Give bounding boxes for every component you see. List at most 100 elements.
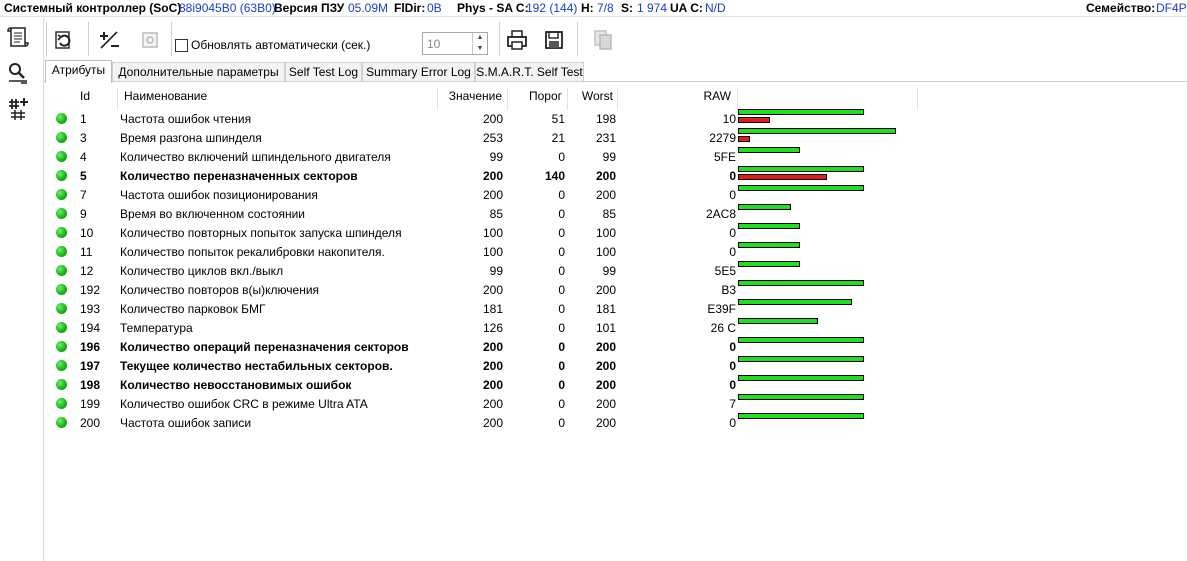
status-dot-icon (56, 113, 67, 124)
attr-worst: 99 (602, 264, 616, 278)
refresh-icon[interactable] (50, 26, 78, 54)
table-row[interactable]: 5 Количество переназначенных секторов 200 1… (44, 166, 944, 185)
table-row[interactable]: 11 Количество попыток рекалибровки накопи… (44, 242, 944, 261)
firmware-label: Версия ПЗУ (274, 1, 345, 15)
attr-value: 253 (482, 131, 503, 145)
attr-raw: 5FE (713, 150, 736, 164)
attr-id: 197 (80, 359, 101, 373)
table-row[interactable]: 200 Частота ошибок записи 200 0 200 0 (44, 413, 944, 432)
save-icon[interactable] (540, 26, 568, 54)
table-row[interactable]: 3 Время разгона шпинделя 253 21 231 2279 (44, 128, 944, 147)
table-row[interactable]: 193 Количество парковок БМГ 181 0 181 E39F (44, 299, 944, 318)
percent-icon[interactable] (95, 26, 123, 54)
firmware-value: 05.09M (348, 1, 389, 15)
header-worst[interactable]: Worst (568, 88, 618, 110)
print-icon[interactable] (503, 26, 531, 54)
status-dot-icon (56, 208, 67, 219)
header-raw[interactable]: RAW (618, 88, 738, 110)
copy-icon[interactable] (589, 26, 617, 54)
header-value[interactable]: Значение (438, 88, 508, 110)
hash-plus-icon[interactable] (4, 96, 32, 122)
attr-raw: 2AC8 (705, 207, 736, 221)
table-row[interactable]: 196 Количество операций переназначения се… (44, 337, 944, 356)
table-row[interactable]: 194 Температура 126 0 101 26 C (44, 318, 944, 337)
attr-worst: 200 (595, 169, 616, 183)
spin-up-button[interactable]: ▲ (472, 33, 487, 43)
attr-raw: 0 (729, 340, 736, 354)
controller-label: Системный контроллер (SoC) (4, 1, 182, 15)
attr-name: Частота ошибок позиционирования (120, 188, 318, 202)
ua-value: N/D (705, 1, 726, 15)
attr-raw: 0 (729, 169, 736, 183)
sectors-label: S: (621, 1, 633, 15)
attr-name: Время во включенном состоянии (120, 207, 305, 221)
attr-raw: B3 (721, 283, 736, 297)
header-id[interactable]: Id (80, 88, 118, 110)
table-row[interactable]: 4 Количество включений шпиндельного двига… (44, 147, 944, 166)
attr-value: 200 (482, 112, 503, 126)
status-dot-icon (56, 341, 67, 352)
table-row[interactable]: 7 Частота ошибок позиционирования 200 0 200 0 (44, 185, 944, 204)
attr-name: Количество парковок БМГ (120, 302, 266, 316)
table-row[interactable]: 10 Количество повторных попыток запуска ш… (44, 223, 944, 242)
status-dot-icon (56, 246, 67, 257)
attr-threshold: 0 (558, 207, 565, 221)
left-toolbar (0, 18, 44, 561)
attr-value: 126 (482, 321, 503, 335)
attr-worst: 200 (595, 188, 616, 202)
value-bar (738, 299, 852, 305)
table-row[interactable]: 198 Количество невосстановимых ошибок 200 0… (44, 375, 944, 394)
attr-id: 196 (80, 340, 101, 354)
tab-self-test-log[interactable]: Self Test Log (285, 62, 362, 82)
table-row[interactable]: 9 Время во включенном состоянии 85 0 85 2AC8 (44, 204, 944, 223)
ua-label: UA C: (670, 1, 703, 15)
interval-input[interactable] (423, 33, 473, 54)
attr-worst: 200 (595, 378, 616, 392)
attr-id: 11 (80, 245, 93, 259)
tab-attributes[interactable]: Атрибуты (45, 60, 112, 83)
attr-name: Частота ошибок записи (120, 416, 252, 430)
value-bar (738, 280, 864, 286)
attr-value: 100 (482, 226, 503, 240)
tab-summary-error-log[interactable]: Summary Error Log (362, 62, 475, 82)
header-threshold[interactable]: Порог (508, 88, 568, 110)
attr-threshold: 0 (558, 264, 565, 278)
table-row[interactable]: 199 Количество ошибок CRC в режиме Ultra … (44, 394, 944, 413)
settings-icon[interactable] (136, 26, 164, 54)
table-row[interactable]: 12 Количество циклов вкл./выкл 99 0 99 5E5 (44, 261, 944, 280)
status-dot-icon (56, 303, 67, 314)
interval-spinner[interactable]: ▲ ▼ (422, 32, 488, 55)
attr-id: 199 (80, 397, 101, 411)
auto-update-check-box[interactable] (175, 38, 188, 52)
table-row[interactable]: 192 Количество повторов в(ы)ключения 200 0 2… (44, 280, 944, 299)
attr-worst: 100 (595, 245, 616, 259)
attr-id: 7 (80, 188, 87, 202)
spin-down-button[interactable]: ▼ (472, 44, 487, 54)
attr-raw: 7 (729, 397, 736, 411)
auto-update-checkbox[interactable]: Обновлять автоматически (сек.) (175, 38, 370, 52)
tab-additional-params[interactable]: Дополнительные параметры (112, 62, 285, 82)
attr-threshold: 140 (544, 169, 565, 183)
attr-name: Время разгона шпинделя (120, 131, 262, 145)
attr-id: 198 (80, 378, 101, 392)
status-dot-icon (56, 360, 67, 371)
tab-smart-self-test[interactable]: S.M.A.R.T. Self Test (475, 62, 584, 82)
attr-value: 200 (482, 416, 503, 430)
attr-value: 200 (482, 397, 503, 411)
table-row[interactable]: 1 Частота ошибок чтения 200 51 198 10 (44, 109, 944, 128)
smart-scroll-icon[interactable] (4, 24, 32, 50)
value-bar (738, 356, 864, 362)
table-row[interactable]: 197 Текущее количество нестабильных секто… (44, 356, 944, 375)
attr-value: 200 (482, 188, 503, 202)
info-bar: Системный контроллер (SoC) 88i9045B0 (63… (0, 0, 1187, 17)
header-name[interactable]: Наименование (118, 88, 438, 110)
attr-raw: 0 (729, 359, 736, 373)
family-label: Семейство: (1086, 1, 1156, 15)
sectors-value: 1 974 (637, 1, 668, 15)
main-toolbar: Обновлять автоматически (сек.) ▲ ▼ (44, 18, 1187, 60)
search-key-icon[interactable] (4, 60, 32, 86)
fldir-label: FlDir: (394, 1, 426, 15)
status-dot-icon (56, 322, 67, 333)
status-dot-icon (56, 398, 67, 409)
attr-id: 5 (80, 169, 87, 183)
